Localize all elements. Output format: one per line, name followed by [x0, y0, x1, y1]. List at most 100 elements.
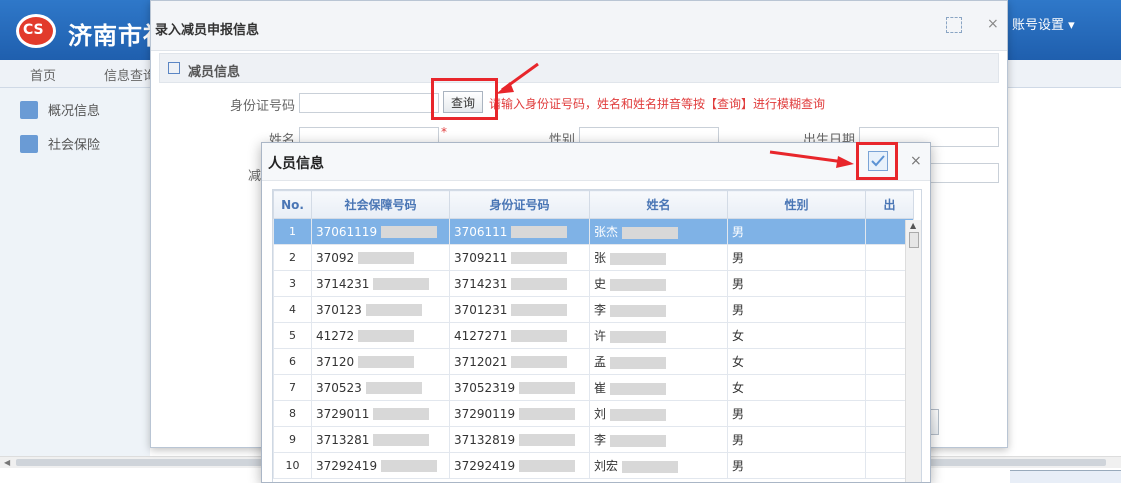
row-gender-text: 男	[732, 433, 745, 447]
redaction-mask	[511, 330, 568, 342]
table-row[interactable]: 10 37292419 37292419 刘宏 男	[273, 452, 914, 479]
row-gender: 女	[727, 322, 866, 349]
table-row[interactable]: 1 37061119 3706111 张杰 男	[273, 218, 914, 245]
sidebar-item-social-insurance[interactable]: 社会保险	[20, 134, 100, 158]
scroll-left-icon[interactable]: ◀	[4, 458, 10, 467]
table-row[interactable]: 8 3729011 37290119 刘 男	[273, 400, 914, 427]
row-id-number: 37052319	[449, 374, 590, 401]
row-no: 4	[273, 296, 312, 323]
column-header-name[interactable]: 姓名	[589, 190, 728, 219]
row-id-number: 37290119	[449, 400, 590, 427]
redaction-mask	[511, 278, 568, 290]
account-settings-menu[interactable]: 账号设置 ▾	[1012, 14, 1075, 33]
row-name: 刘宏	[589, 452, 728, 479]
row-social-security-no-text: 3714231	[316, 276, 370, 291]
tab-info-query[interactable]: 信息查询	[104, 65, 156, 84]
column-header-birth[interactable]: 出	[865, 190, 914, 219]
row-id-number-text: 37290119	[454, 406, 516, 421]
row-name-text: 许	[594, 329, 607, 343]
column-header-id-number[interactable]: 身份证号码	[449, 190, 590, 219]
query-arrow-icon	[496, 62, 539, 94]
row-social-security-no-text: 37120	[316, 354, 355, 369]
row-no: 6	[273, 348, 312, 375]
table-row[interactable]: 6 37120 3712021 孟 女	[273, 348, 914, 375]
id-number-input[interactable]	[299, 93, 439, 113]
scrollbar-thumb[interactable]	[909, 232, 919, 248]
row-id-number: 3709211	[449, 244, 590, 271]
row-social-security-no: 37120	[311, 348, 450, 375]
column-header-social-security-no[interactable]: 社会保障号码	[311, 190, 450, 219]
column-header-no[interactable]: No.	[273, 190, 312, 219]
row-id-number: 4127271	[449, 322, 590, 349]
section-title: 减员信息	[188, 65, 241, 80]
reduction-reason-label: 减	[247, 169, 261, 184]
sidebar-item-overview[interactable]: 概况信息	[20, 100, 100, 124]
person-info-dialog: 人员信息 × No. 社会保障号码 身份证号码 姓名 性别 出 1 3706111…	[261, 142, 931, 483]
row-name: 史	[589, 270, 728, 297]
redaction-mask	[373, 278, 430, 290]
row-gender: 男	[727, 218, 866, 245]
row-no-text: 5	[289, 329, 296, 342]
row-name: 李	[589, 296, 728, 323]
row-name: 崔	[589, 374, 728, 401]
row-id-number-text: 37052319	[454, 380, 516, 395]
redaction-mask	[610, 356, 667, 369]
scroll-up-icon[interactable]: ▲	[910, 221, 916, 230]
redaction-mask	[365, 382, 422, 394]
table-row[interactable]: 3 3714231 3714231 史 男	[273, 270, 914, 297]
redaction-mask	[519, 408, 576, 420]
row-gender-text: 男	[732, 303, 745, 317]
row-gender-text: 男	[732, 277, 745, 291]
row-id-number: 37132819	[449, 426, 590, 453]
row-social-security-no: 37292419	[311, 452, 450, 479]
row-social-security-no-text: 370523	[316, 380, 362, 395]
row-no-text: 9	[289, 433, 296, 446]
table-row[interactable]: 7 370523 37052319 崔 女	[273, 374, 914, 401]
row-id-number: 37292419	[449, 452, 590, 479]
row-gender: 女	[727, 348, 866, 375]
row-id-number: 3701231	[449, 296, 590, 323]
required-mark: *	[441, 125, 447, 139]
row-name-text: 刘	[594, 407, 607, 421]
row-social-security-no: 3729011	[311, 400, 450, 427]
query-highlight-box	[431, 78, 498, 120]
taskbar-tray	[1010, 470, 1121, 483]
row-no-text: 4	[289, 303, 296, 316]
row-gender-text: 男	[732, 225, 745, 239]
row-social-security-no: 41272	[311, 322, 450, 349]
maximize-icon[interactable]	[946, 17, 962, 33]
row-id-number-text: 3709211	[454, 250, 508, 265]
row-name: 孟	[589, 348, 728, 375]
row-no-text: 10	[285, 459, 300, 472]
row-no-text: 2	[289, 251, 296, 264]
grid-vertical-scrollbar[interactable]: ▲	[905, 220, 921, 482]
table-row[interactable]: 4 370123 3701231 李 男	[273, 296, 914, 323]
row-gender: 男	[727, 426, 866, 453]
row-no: 5	[273, 322, 312, 349]
dialog-close-icon[interactable]: ×	[987, 16, 999, 32]
row-social-security-no-text: 41272	[316, 328, 355, 343]
row-id-number-text: 3714231	[454, 276, 508, 291]
table-row[interactable]: 9 3713281 37132819 李 男	[273, 426, 914, 453]
table-row[interactable]: 2 37092 3709211 张 男	[273, 244, 914, 271]
tab-home[interactable]: 首页	[30, 65, 56, 84]
table-row[interactable]: 5 41272 4127271 许 女	[273, 322, 914, 349]
row-social-security-no-text: 3729011	[316, 406, 370, 421]
redaction-mask	[358, 330, 415, 342]
row-social-security-no: 370523	[311, 374, 450, 401]
confirm-arrow-icon	[769, 150, 854, 168]
dialog-title: 录入减员申报信息	[155, 23, 260, 38]
logo: CS	[16, 14, 56, 48]
column-header-gender[interactable]: 性别	[727, 190, 866, 219]
row-id-number: 3712021	[449, 348, 590, 375]
row-name: 张	[589, 244, 728, 271]
redaction-mask	[610, 252, 667, 265]
redaction-mask	[519, 382, 576, 394]
row-social-security-no-text: 370123	[316, 302, 362, 317]
row-id-number-text: 37132819	[454, 432, 516, 447]
row-social-security-no: 370123	[311, 296, 450, 323]
row-name: 张杰	[589, 218, 728, 245]
row-social-security-no: 37061119	[311, 218, 450, 245]
row-name-text: 李	[594, 303, 607, 317]
person-dialog-close-icon[interactable]: ×	[910, 153, 922, 169]
